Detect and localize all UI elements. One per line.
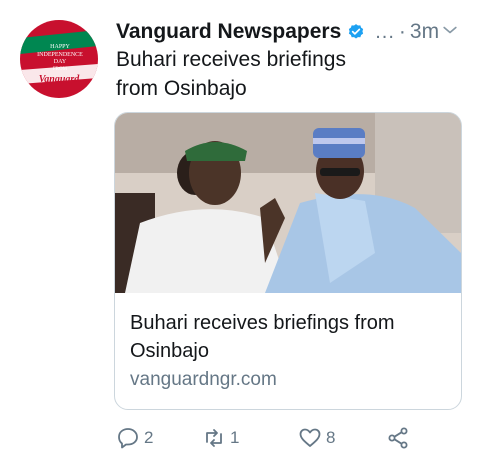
avatar-line2: INDEPENDENCE [37, 52, 83, 58]
like-icon [299, 428, 321, 447]
tweet-text: Buhari receives briefings from Osinbajo [116, 48, 346, 100]
author-name[interactable]: Vanguard Newspapers [116, 20, 341, 44]
separator: · [398, 20, 406, 43]
card-domain: vanguardngr.com [130, 369, 277, 390]
retweet-count: 1 [230, 428, 240, 447]
like-count: 8 [326, 428, 336, 447]
author-avatar[interactable]: HAPPY INDEPENDENCE DAY FROM Vanguard [20, 20, 98, 98]
share-button[interactable] [386, 426, 414, 450]
tweet-time[interactable]: 3m [410, 20, 439, 44]
card-title: Buhari receives briefings from Osinbajo [130, 312, 395, 362]
retweet-icon [206, 429, 222, 447]
avatar-line4: FROM [53, 67, 68, 72]
avatar-line3: DAY [54, 59, 67, 65]
card-image [115, 113, 461, 293]
chevron-down-icon[interactable] [440, 20, 460, 40]
avatar-line1: HAPPY [50, 44, 70, 50]
verified-badge-icon [349, 24, 364, 39]
avatar-brand: Vanguard [39, 74, 81, 85]
reply-button[interactable]: 2 [116, 426, 153, 450]
tweet-actions: 2 1 8 [116, 426, 436, 454]
link-card[interactable]: Buhari receives briefings from Osinbajo … [114, 112, 462, 410]
tweet-header: Vanguard Newspapers ... · 3m [116, 18, 466, 46]
like-button[interactable]: 8 [298, 426, 335, 450]
share-icon [388, 427, 408, 449]
reply-count: 2 [144, 428, 154, 447]
reply-icon [118, 428, 138, 449]
retweet-button[interactable]: 1 [202, 426, 239, 450]
more-dots: ... [375, 20, 395, 43]
